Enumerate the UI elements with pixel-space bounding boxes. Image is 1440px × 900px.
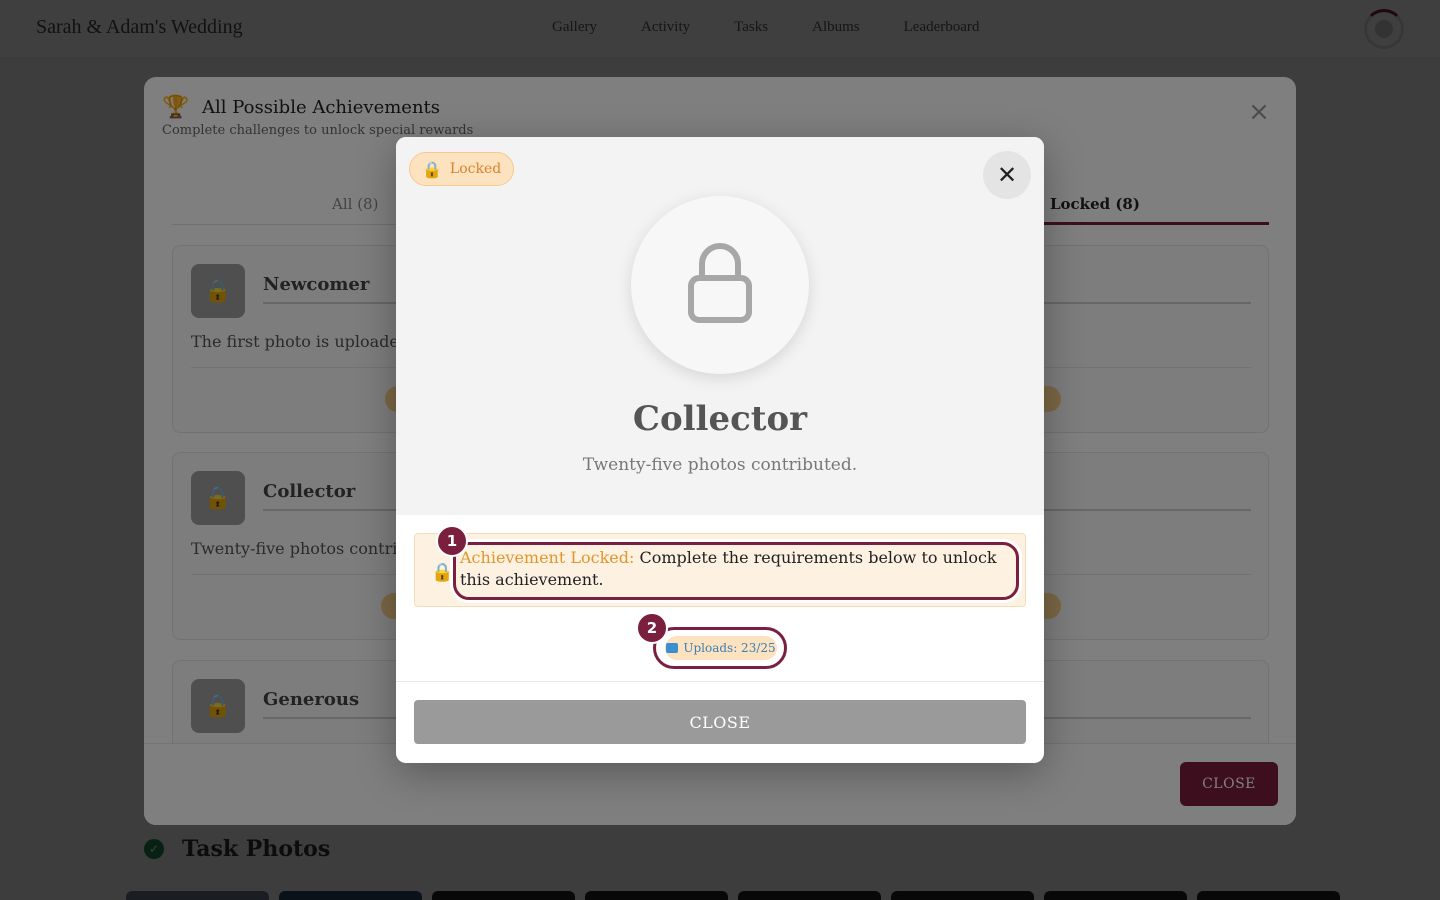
annotation-marker-1: 1 [436, 525, 468, 557]
requirement-badge: Uploads: 23/25 [665, 636, 777, 660]
status-label: Locked [449, 161, 502, 177]
divider [396, 681, 1044, 682]
achievement-icon-circle [631, 196, 809, 374]
annotation-marker-2: 2 [636, 612, 668, 644]
requirement-text: Uploads: 23/25 [683, 641, 776, 655]
status-badge: 🔒 Locked [409, 152, 515, 186]
requirement-highlight: Uploads: 23/25 [653, 627, 787, 669]
achievement-detail-modal: 🔒 Locked ✕ Collector Twenty-five photos … [396, 137, 1044, 763]
locked-notice: 🔒 Achievement Locked: Complete the requi… [414, 533, 1026, 607]
close-button[interactable]: CLOSE [414, 700, 1026, 744]
notice-label: Achievement Locked: [460, 548, 635, 567]
close-icon[interactable]: ✕ [983, 151, 1031, 199]
notice-text: Achievement Locked: Complete the require… [460, 547, 1000, 591]
lock-icon [688, 243, 752, 323]
lock-icon: 🔒 [422, 159, 442, 179]
achievement-description: Twenty-five photos contributed. [582, 455, 858, 475]
image-icon [666, 643, 679, 653]
lock-icon: 🔒 [431, 562, 454, 583]
achievement-title: Collector [632, 399, 808, 439]
